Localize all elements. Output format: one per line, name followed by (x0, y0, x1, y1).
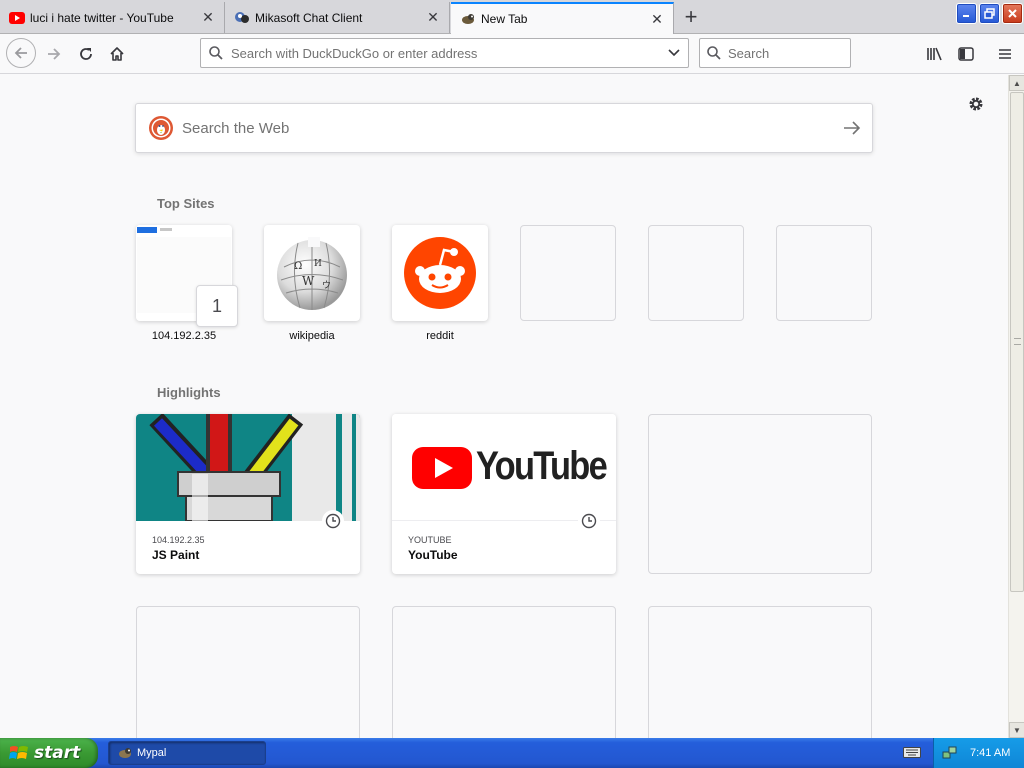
taskbar-item-mypal[interactable]: Mypal (108, 741, 266, 765)
highlight-card[interactable]: YouTube YOUTUBE YouTube (392, 414, 616, 574)
reload-button[interactable] (72, 40, 100, 68)
search-icon (700, 45, 728, 61)
gear-icon[interactable] (965, 93, 987, 115)
tab-strip: luci i hate twitter - YouTube ✕ Mikasoft… (0, 0, 1024, 34)
start-button[interactable]: start (0, 738, 98, 768)
new-tab-page: Top Sites 1 104.192.2.35 Ω И W ウ wikiped… (0, 75, 1008, 738)
keyboard-icon[interactable] (903, 745, 921, 759)
chevron-down-icon[interactable] (660, 49, 688, 57)
highlight-host: YOUTUBE (408, 535, 452, 545)
window-close-button[interactable] (1002, 3, 1023, 24)
top-site-tile[interactable]: Ω И W ウ (264, 225, 360, 321)
clock[interactable]: 7:41 AM (970, 747, 1010, 759)
tab-title: luci i hate twitter - YouTube (30, 10, 174, 25)
tab-title: Mikasoft Chat Client (255, 10, 363, 25)
close-icon[interactable]: ✕ (200, 9, 216, 26)
close-icon[interactable]: ✕ (649, 11, 665, 27)
tile-badge: 1 (196, 285, 238, 327)
svg-text:Ω: Ω (294, 261, 302, 272)
highlights-heading: Highlights (157, 385, 221, 400)
reload-icon (80, 48, 92, 60)
empty-highlight-slot (392, 606, 616, 738)
back-button[interactable] (6, 38, 36, 68)
home-icon (110, 47, 124, 61)
scroll-up-arrow-icon[interactable]: ▲ (1009, 75, 1024, 91)
arrow-right-icon[interactable] (832, 120, 872, 136)
vertical-scrollbar[interactable]: ▲ ▼ (1008, 75, 1024, 738)
forward-arrow-icon (48, 48, 61, 60)
youtube-icon (9, 10, 25, 26)
start-label: start (34, 743, 81, 763)
search-input[interactable] (728, 45, 838, 61)
url-input[interactable] (231, 45, 660, 61)
empty-top-site-slot[interactable] (520, 225, 616, 321)
highlight-title: JS Paint (152, 548, 200, 562)
menu-button[interactable] (991, 40, 1019, 68)
chat-client-icon (234, 10, 250, 26)
system-tray: 7:41 AM (933, 738, 1024, 768)
restore-icon (984, 8, 995, 19)
top-sites-heading: Top Sites (157, 196, 215, 211)
top-site-tile[interactable]: 1 (136, 225, 238, 327)
close-icon[interactable]: ✕ (425, 9, 441, 26)
web-search-input[interactable] (182, 119, 832, 137)
empty-highlight-slot (648, 414, 872, 574)
empty-top-site-slot[interactable] (648, 225, 744, 321)
reddit-icon (404, 237, 476, 309)
svg-text:W: W (302, 274, 315, 288)
svg-text:И: И (314, 259, 322, 269)
search-bar[interactable] (699, 38, 851, 68)
address-bar[interactable] (200, 38, 689, 68)
scroll-down-arrow-icon[interactable]: ▼ (1009, 722, 1024, 738)
empty-highlight-slot (136, 606, 360, 738)
mypal-icon (460, 11, 476, 27)
tab-youtube[interactable]: luci i hate twitter - YouTube ✕ (0, 2, 225, 33)
windows-logo-icon (9, 746, 28, 759)
highlight-host: 104.192.2.35 (152, 535, 205, 545)
network-icon[interactable] (942, 745, 958, 761)
top-site-tile[interactable] (392, 225, 488, 321)
scrollbar-thumb[interactable] (1010, 92, 1024, 592)
wikipedia-globe-icon: Ω И W ウ (277, 237, 347, 310)
top-site-label: reddit (426, 330, 454, 342)
library-icon (927, 47, 942, 61)
web-search-box[interactable] (135, 103, 873, 153)
mypal-icon (119, 748, 131, 758)
highlight-card[interactable]: 104.192.2.35 JS Paint (136, 414, 360, 574)
clock-icon (322, 510, 344, 532)
navigation-toolbar (0, 34, 1024, 74)
close-icon (1008, 9, 1017, 18)
sidebar-toggle-button[interactable] (952, 40, 980, 68)
search-icon (201, 45, 231, 61)
empty-top-site-slot[interactable] (776, 225, 872, 321)
library-button[interactable] (921, 40, 949, 68)
forward-button[interactable] (40, 40, 68, 68)
sidebar-icon (958, 47, 974, 61)
minimize-button[interactable] (956, 3, 977, 24)
tab-new-tab[interactable]: New Tab ✕ (451, 2, 674, 34)
minimize-icon (963, 15, 969, 17)
empty-highlight-slot (648, 606, 872, 738)
taskbar-item-label: Mypal (137, 747, 167, 759)
restore-button[interactable] (979, 3, 1000, 24)
hamburger-menu-icon (999, 49, 1011, 59)
new-tab-button[interactable]: + (678, 4, 704, 30)
paint-brushes-thumbnail (136, 414, 360, 521)
grip-icon (1014, 338, 1021, 345)
duckduckgo-icon (149, 116, 173, 140)
top-site-label: wikipedia (289, 330, 335, 342)
home-button[interactable] (103, 40, 131, 68)
tab-chat-client[interactable]: Mikasoft Chat Client ✕ (225, 2, 450, 33)
taskbar: start Mypal 7:41 AM (0, 738, 1024, 768)
youtube-wordmark: YouTube (476, 444, 608, 488)
tab-title: New Tab (481, 12, 528, 26)
svg-text:ウ: ウ (322, 280, 331, 291)
back-arrow-icon (14, 47, 27, 59)
highlight-title: YouTube (408, 548, 458, 562)
top-site-label: 104.192.2.35 (151, 330, 217, 342)
youtube-logo-thumbnail: YouTube (392, 414, 616, 521)
clock-icon (578, 510, 600, 532)
